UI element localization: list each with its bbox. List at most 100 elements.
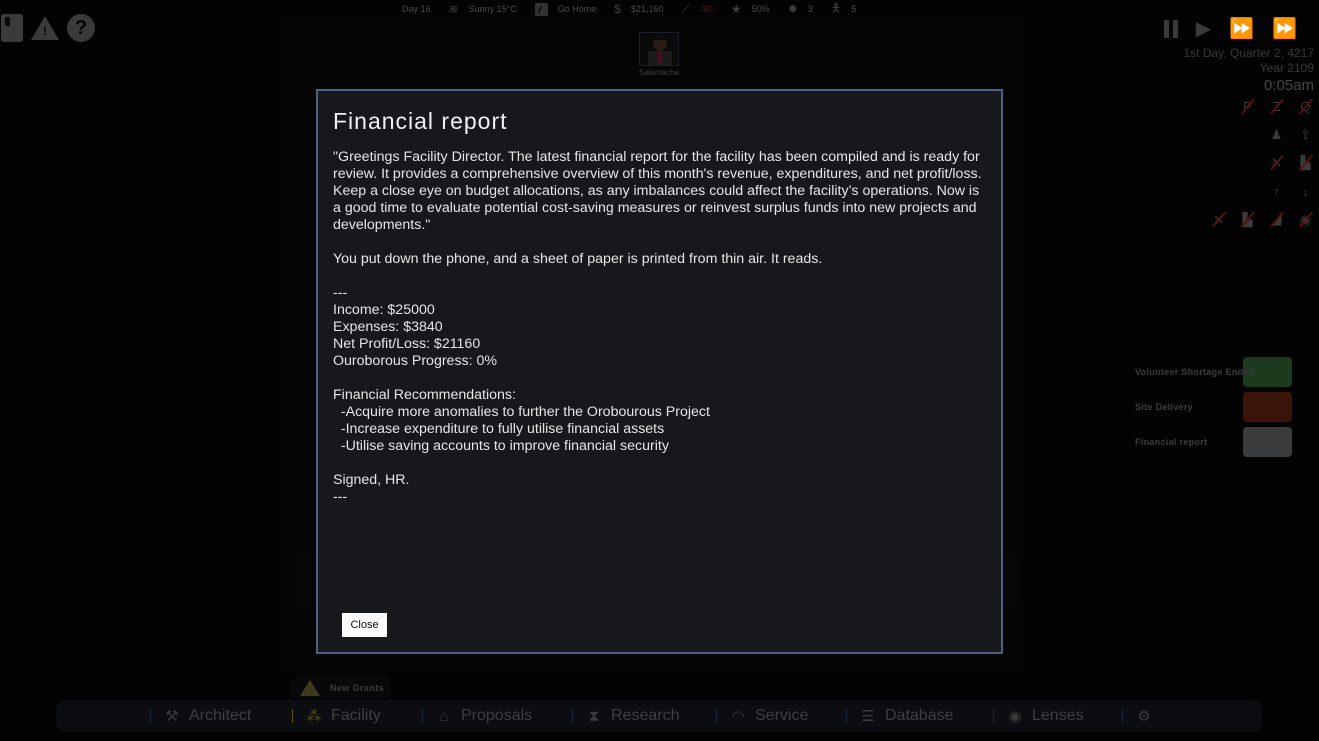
expenses-line: Expenses: $3840 xyxy=(333,319,443,335)
alert-label: New Grants xyxy=(330,682,385,693)
financial-report-dialog: Financial report "Greetings Facility Dir… xyxy=(316,89,1003,654)
top-left-toolbar: ! ? xyxy=(0,14,95,42)
year-line: Year 2109 xyxy=(1259,61,1314,75)
trend-icon: ⟋ xyxy=(681,1,690,16)
badge-icon: ✹ xyxy=(787,2,798,16)
database-icon: ☰ xyxy=(861,708,875,725)
income-line: Income: $25000 xyxy=(333,302,435,318)
walls-filter-icon[interactable]: ▙ xyxy=(1238,211,1257,228)
notification-item[interactable]: Financial report xyxy=(1132,427,1292,457)
recommendations-title: Financial Recommendations: xyxy=(333,387,516,403)
trend-label: -$0 xyxy=(699,4,713,14)
people-icon: ⁂ xyxy=(306,708,322,725)
wind-icon: ≋ xyxy=(448,2,459,16)
nav-architect[interactable]: ⚒ Architect xyxy=(150,700,251,732)
status-bar: Day 16 ≋ Sunny 15°C Go Home $ $21,160 ⟋ … xyxy=(390,0,856,18)
notification-list: Volunteer Shortage Ended Site Delivery F… xyxy=(1132,357,1292,462)
floor-view-icon[interactable]: ♟ xyxy=(1267,126,1286,143)
nav-database[interactable]: ☰ Database xyxy=(846,700,954,732)
nav-label: Proposals xyxy=(461,707,533,724)
tools-toggle-icon[interactable]: ✕ xyxy=(1267,154,1286,171)
recommendation-item: -Acquire more anomalies to further the O… xyxy=(333,404,710,420)
task-icon xyxy=(534,2,548,16)
character-name: Salamacha xyxy=(638,68,680,77)
notification-label: Volunteer Shortage Ended xyxy=(1135,367,1255,377)
nav-label: Facility xyxy=(331,707,381,724)
new-grants-alert[interactable]: New Grants xyxy=(290,676,391,699)
arrow-up-icon[interactable]: ↑ xyxy=(1267,183,1286,200)
dialog-body: "Greetings Facility Director. The latest… xyxy=(333,149,988,506)
settings-icon: ⚙ xyxy=(1137,708,1151,725)
floor-nav-row: ↑ ↓ xyxy=(1267,183,1315,200)
roof-filter-icon[interactable]: ◢ xyxy=(1267,211,1286,228)
recommendation-item: -Increase expenditure to fully utilise f… xyxy=(333,421,665,437)
notification-label: Site Delivery xyxy=(1135,402,1193,412)
dialog-title: Financial report xyxy=(333,108,508,134)
notification-label: Financial report xyxy=(1135,437,1208,447)
nav-label: Research xyxy=(611,707,680,724)
nav-research[interactable]: ⧗ Research xyxy=(572,700,679,732)
close-button[interactable]: Close xyxy=(342,613,387,637)
date-display: 1st Day, Quarter 2, 4217 Year 2109 0:05a… xyxy=(1183,46,1314,95)
pause-button[interactable] xyxy=(1163,20,1178,38)
walls-toggle-icon[interactable]: ▙ xyxy=(1296,154,1315,171)
date-line: 1st Day, Quarter 2, 4217 xyxy=(1183,46,1314,60)
task-label: Go Home xyxy=(557,4,597,14)
eye-filter-icon[interactable]: ◉ xyxy=(1296,211,1315,228)
tools-icon: ⚒ xyxy=(165,708,179,725)
recommendation-item: -Utilise saving accounts to improve fina… xyxy=(333,438,669,454)
nav-service[interactable]: ◠ Service xyxy=(716,700,808,732)
signature: Signed, HR. xyxy=(333,472,410,488)
nav-label: Database xyxy=(885,707,954,724)
nav-label: Lenses xyxy=(1032,707,1084,724)
floor-toggles-row: ♟ ⇧ xyxy=(1267,126,1315,143)
character-portrait[interactable] xyxy=(639,32,679,66)
divider-bottom: --- xyxy=(333,489,348,505)
game-screen: ! ? Day 16 ≋ Sunny 15°C Go Home $ $21,16… xyxy=(0,0,1319,741)
notification-item[interactable]: Volunteer Shortage Ended xyxy=(1132,357,1292,387)
tools-filter-icon[interactable]: ✕ xyxy=(1209,211,1228,228)
build-toggles-row: ✕ ▙ xyxy=(1267,154,1315,171)
phone-icon[interactable] xyxy=(1,14,23,42)
warning-icon[interactable]: ! xyxy=(31,16,59,40)
view-toggles-row: ✕ ▙ ◢ ◉ xyxy=(1209,211,1315,228)
narration-text: You put down the phone, and a sheet of p… xyxy=(333,251,823,267)
service-icon: ◠ xyxy=(731,708,745,725)
bank-icon: ⌂ xyxy=(439,707,449,725)
money-label: $21,160 xyxy=(630,4,664,14)
notification-item[interactable]: Site Delivery xyxy=(1132,392,1292,422)
net-line: Net Profit/Loss: $21160 xyxy=(333,336,481,352)
nav-facility[interactable]: ⁂ Facility xyxy=(292,700,381,732)
warning-icon xyxy=(300,679,320,696)
arrow-down-icon[interactable]: ↓ xyxy=(1296,183,1315,200)
layer-z-toggle-icon[interactable]: Z xyxy=(1267,98,1286,115)
bottom-nav: ⚒ Architect ⁂ Facility ⌂ Proposals ⧗ Res… xyxy=(56,700,1262,732)
weather-label: Sunny 15°C xyxy=(468,4,517,14)
clock: 0:05am xyxy=(1263,77,1314,94)
progress-line: Ouroborous Progress: 0% xyxy=(333,353,498,369)
hourglass-icon: ⧗ xyxy=(588,707,600,725)
nav-settings[interactable]: ⚙ xyxy=(1122,700,1161,732)
floor-up-view-icon[interactable]: ⇧ xyxy=(1296,126,1315,143)
intro-text: "Greetings Facility Director. The latest… xyxy=(333,149,982,233)
layer-q-toggle-icon[interactable]: Q xyxy=(1296,98,1315,115)
fastest-forward-button[interactable]: ⏩ xyxy=(1272,19,1297,39)
eye-icon: ◉ xyxy=(1008,708,1022,725)
help-icon[interactable]: ? xyxy=(67,14,95,42)
person-icon: 🯅 xyxy=(830,0,842,15)
notification-swatch[interactable] xyxy=(1243,427,1292,457)
notification-swatch[interactable] xyxy=(1243,392,1292,422)
day-label: Day 16 xyxy=(402,4,431,14)
layer-toggles-row-1: P Z Q xyxy=(1238,98,1315,115)
layer-p-toggle-icon[interactable]: P xyxy=(1238,98,1257,115)
divider-top: --- xyxy=(333,285,348,301)
reputation-icon: ★ xyxy=(730,2,742,16)
play-button[interactable]: ▶ xyxy=(1196,19,1211,39)
personnel-count: 5 xyxy=(851,4,857,14)
dollar-icon: $ xyxy=(614,2,621,16)
nav-lenses[interactable]: ◉ Lenses xyxy=(993,700,1084,732)
nav-proposals[interactable]: ⌂ Proposals xyxy=(422,700,532,732)
fast-forward-button[interactable]: ⏩ xyxy=(1229,19,1254,39)
selected-character[interactable]: Salamacha xyxy=(637,32,681,77)
staff-count: 3 xyxy=(807,4,813,14)
